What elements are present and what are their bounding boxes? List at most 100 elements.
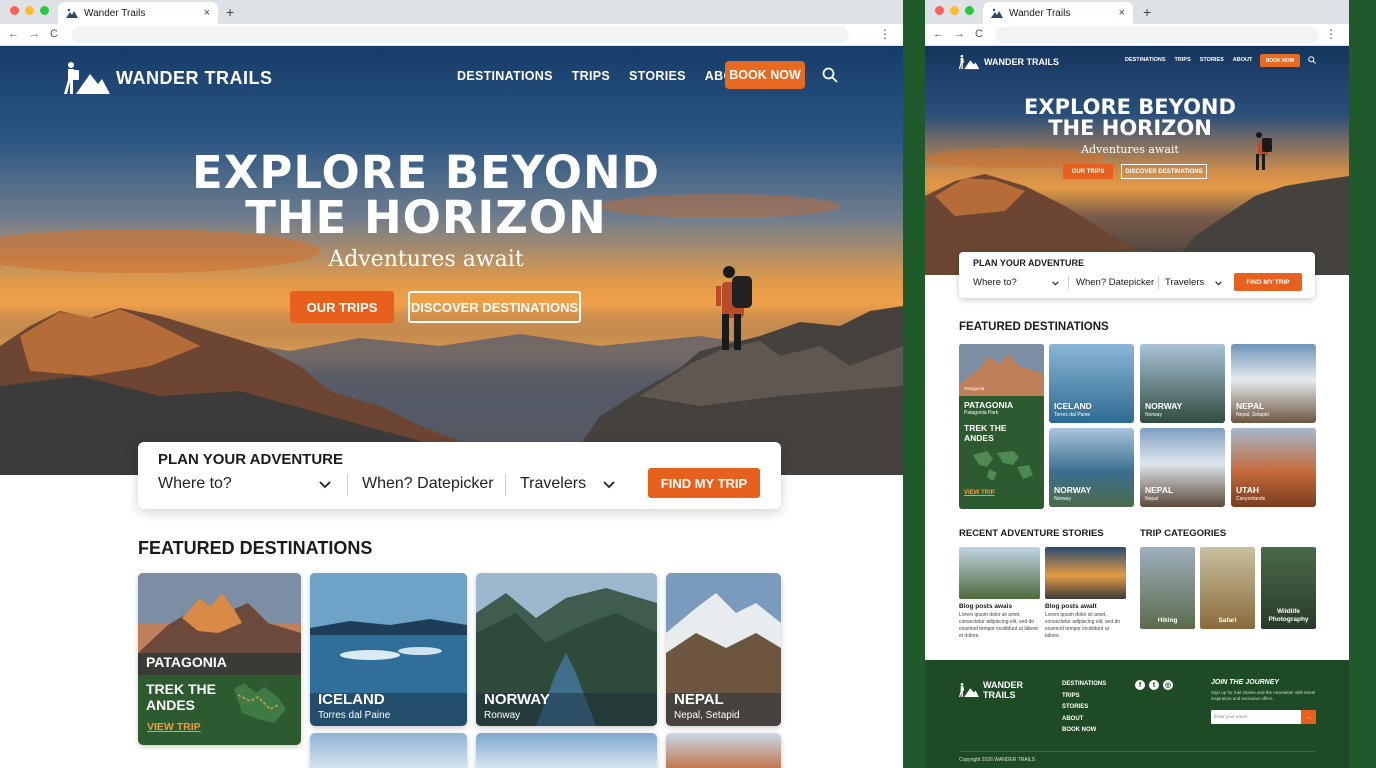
newsletter-submit-button[interactable]: → (1301, 710, 1316, 724)
reload-icon[interactable]: C (975, 28, 983, 40)
hero-subtitle: Adventures await (328, 247, 524, 272)
close-tab-icon[interactable]: × (1119, 7, 1125, 19)
view-trip-link[interactable]: VIEW TRIP (147, 721, 201, 733)
find-my-trip-button[interactable]: FIND MY TRIP (1234, 273, 1302, 291)
destination-card-iceland[interactable]: ICELAND Torres dal Paine (1049, 344, 1134, 423)
nav-trips[interactable]: TRIPS (1175, 57, 1191, 63)
search-icon[interactable] (822, 67, 838, 83)
back-icon[interactable]: ← (933, 28, 944, 40)
view-trip-link[interactable]: VIEW TRIP (964, 490, 995, 496)
book-now-button[interactable]: BOOK NOW (1260, 54, 1300, 67)
footer-link-stories[interactable]: STORIES (1062, 702, 1106, 714)
nav-destinations[interactable]: DESTINATIONS (457, 69, 553, 83)
card-location: Nepal (1145, 496, 1159, 502)
nav-stories[interactable]: STORIES (629, 69, 686, 83)
category-hiking[interactable]: Hiking (1140, 547, 1195, 629)
hero-title-line-2: THE HORIZON (245, 191, 607, 244)
chevron-down-icon[interactable] (1215, 281, 1222, 286)
destination-card-patagonia[interactable]: Patagonia PATAGONIA Patagonia Park TREK … (959, 344, 1044, 509)
new-tab-button[interactable]: + (1143, 4, 1151, 20)
tab-bar: Wander Trails × + (925, 0, 1349, 24)
new-tab-button[interactable]: + (226, 4, 234, 20)
nav-about[interactable]: ABOUT (1233, 57, 1253, 63)
destination-card-norway[interactable]: NORWAY Ronway (476, 573, 657, 726)
our-trips-button[interactable]: OUR TRIPS (1063, 164, 1113, 179)
destination-card-partial[interactable] (310, 733, 467, 768)
logo-text: WANDER TRAILS (984, 57, 1059, 67)
url-input[interactable] (995, 27, 1319, 43)
story-image[interactable] (959, 547, 1040, 599)
nav-stories[interactable]: STORIES (1200, 57, 1224, 63)
chevron-down-icon[interactable] (1052, 281, 1059, 286)
our-trips-button[interactable]: OUR TRIPS (290, 291, 394, 323)
facebook-icon[interactable]: f (1135, 680, 1145, 690)
destination-card-nepal[interactable]: NEPAL Nepal, Setapid (1231, 344, 1316, 423)
footer-link-book-now[interactable]: BOOK NOW (1062, 725, 1106, 737)
discover-destinations-button[interactable]: DISCOVER DESTINATIONS (1121, 164, 1207, 179)
main-menu: DESTINATIONS TRIPS STORIES ABOUT (457, 69, 751, 83)
browser-menu-icon[interactable]: ⋮ (1325, 27, 1337, 41)
destination-card-nepal[interactable]: NEPAL Nepal (1140, 428, 1225, 507)
minimize-window-button[interactable] (950, 6, 959, 15)
mobile-preview-browser-window: Wander Trails × + ← → C ⋮ WANDER TRAILS … (925, 0, 1349, 768)
hiker-mountain-logo-icon (959, 683, 979, 697)
find-my-trip-button[interactable]: FIND MY TRIP (648, 468, 760, 498)
browser-tab[interactable]: Wander Trails × (983, 2, 1133, 24)
minimize-window-button[interactable] (25, 6, 34, 15)
maximize-window-button[interactable] (965, 6, 974, 15)
chevron-down-icon[interactable] (603, 481, 615, 489)
destination-card-iceland[interactable]: ICELAND Torres dal Paine (310, 573, 467, 726)
date-picker[interactable]: When? Datepicker (1076, 277, 1154, 288)
footer-link-about[interactable]: ABOUT (1062, 714, 1106, 726)
site-logo[interactable]: WANDER TRAILS (64, 60, 273, 96)
travelers-select[interactable]: Travelers (520, 475, 586, 493)
book-now-button[interactable]: BOOK NOW (725, 61, 805, 89)
destination-card-norway[interactable]: NORWAY Norway (1049, 428, 1134, 507)
destination-card-norway[interactable]: NORWAY Norway (1140, 344, 1225, 423)
instagram-icon[interactable]: ◎ (1163, 680, 1173, 690)
chevron-down-icon[interactable] (319, 481, 331, 489)
where-to-select[interactable]: Where to? (158, 475, 232, 493)
nav-destinations[interactable]: DESTINATIONS (1125, 57, 1166, 63)
site-logo[interactable]: WANDER TRAILS (958, 54, 1059, 70)
card-name: PATAGONIA (146, 654, 227, 670)
forward-icon[interactable]: → (954, 28, 965, 40)
site-navbar: WANDER TRAILS DESTINATIONS TRIPS STORIES… (0, 60, 903, 100)
footer-link-destinations[interactable]: DESTINATIONS (1062, 679, 1106, 691)
travelers-select[interactable]: Travelers (1165, 277, 1204, 288)
category-label: Hiking (1157, 617, 1178, 624)
forward-icon[interactable]: → (29, 28, 40, 40)
discover-destinations-button[interactable]: DISCOVER DESTINATIONS (408, 291, 581, 323)
close-window-button[interactable] (10, 6, 19, 15)
close-window-button[interactable] (935, 6, 944, 15)
category-wildlife-photography[interactable]: Wildlife Photography (1261, 547, 1316, 629)
browser-tab[interactable]: Wander Trails × (58, 2, 218, 24)
destination-card-partial[interactable] (476, 733, 657, 768)
story-image[interactable] (1045, 547, 1126, 599)
destination-card-partial[interactable] (666, 733, 781, 768)
where-to-select[interactable]: Where to? (973, 277, 1017, 288)
nav-trips[interactable]: TRIPS (572, 69, 610, 83)
destination-card-patagonia[interactable]: PATAGONIA TREK THE ANDES VIEW TRIP (138, 573, 301, 745)
close-tab-icon[interactable]: × (204, 7, 210, 19)
search-icon[interactable] (1308, 56, 1316, 64)
card-name: NORWAY (1145, 401, 1183, 411)
category-safari[interactable]: Safari (1200, 547, 1255, 629)
plan-adventure-panel: PLAN YOUR ADVENTURE Where to? When? Date… (959, 252, 1315, 298)
story-title[interactable]: Blog posts awalt (1045, 603, 1097, 610)
browser-menu-icon[interactable]: ⋮ (879, 27, 891, 41)
footer-logo[interactable]: WANDER TRAILS (959, 680, 1023, 700)
back-icon[interactable]: ← (8, 28, 19, 40)
story-title[interactable]: Blog posts awais (959, 603, 1012, 610)
url-input[interactable] (72, 27, 849, 43)
main-menu: DESTINATIONS TRIPS STORIES ABOUT (1125, 57, 1252, 63)
reload-icon[interactable]: C (50, 28, 58, 40)
maximize-window-button[interactable] (40, 6, 49, 15)
destination-card-utah[interactable]: UTAH Canyonlands (1231, 428, 1316, 507)
newsletter-email-input[interactable]: Enter your email (1211, 710, 1301, 724)
destination-card-nepal[interactable]: NEPAL Nepal, Setapid (666, 573, 781, 726)
twitter-icon[interactable]: t (1149, 680, 1159, 690)
date-picker[interactable]: When? Datepicker (362, 475, 494, 493)
card-title: TREK THE ANDES (146, 681, 216, 713)
footer-link-trips[interactable]: TRIPS (1062, 691, 1106, 703)
